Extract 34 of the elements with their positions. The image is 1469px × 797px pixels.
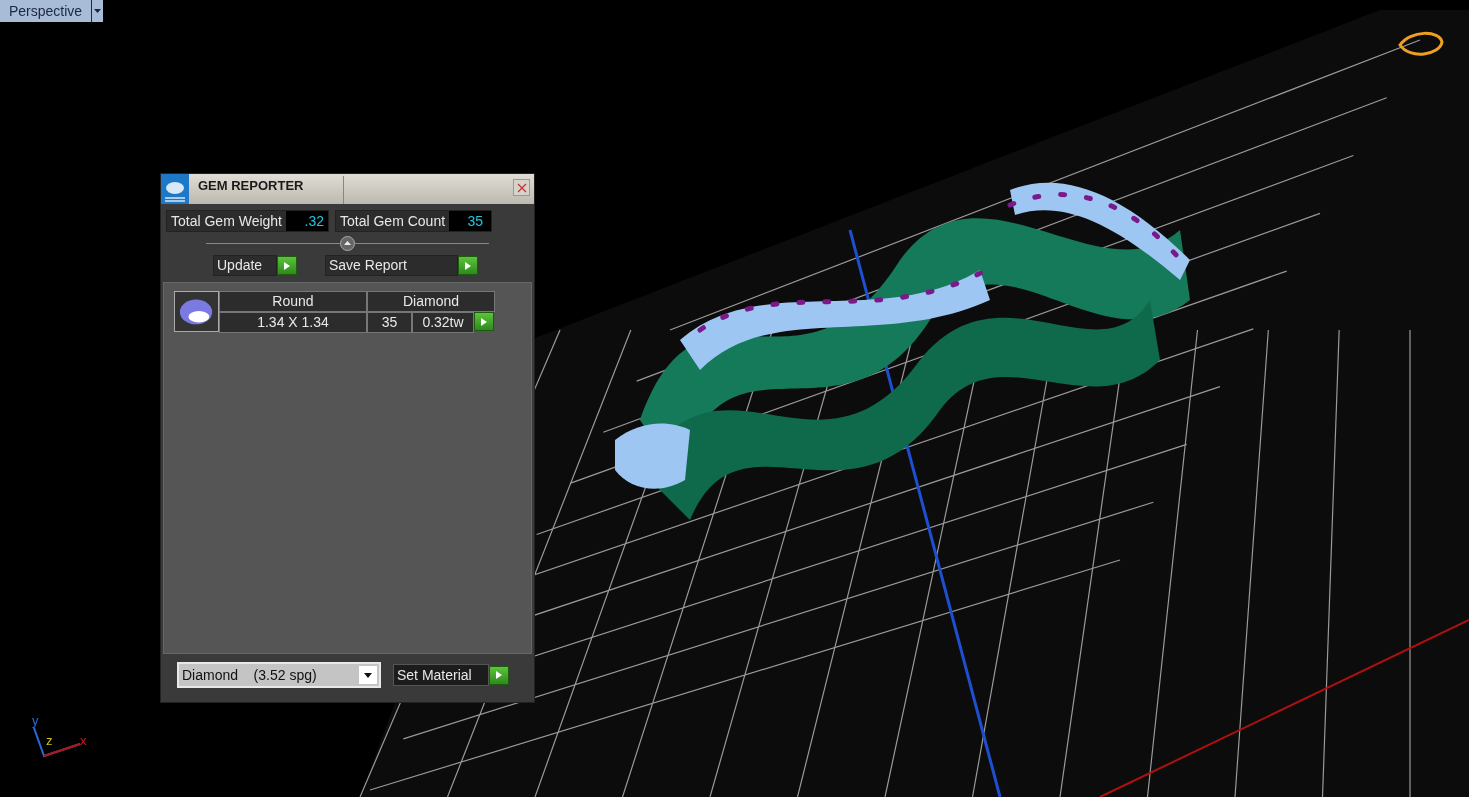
gem-count: 35 (367, 312, 412, 333)
caret-icon (364, 672, 372, 678)
gem-size: 1.34 X 1.34 (219, 312, 367, 333)
gem-material: Diamond (367, 291, 495, 312)
play-button[interactable] (489, 665, 509, 685)
field-label: Total Gem Count (336, 211, 450, 231)
set-material-button[interactable]: Set Material (393, 664, 489, 686)
material-dropdown[interactable]: Diamond (3.52 spg) (177, 662, 381, 688)
play-icon (284, 261, 290, 270)
caret-icon (94, 9, 102, 13)
play-button[interactable] (458, 256, 478, 275)
caret-up-icon (344, 241, 351, 245)
play-icon (481, 317, 487, 326)
play-button[interactable] (277, 256, 297, 275)
view-dropdown[interactable] (91, 0, 104, 22)
count-value: 35 (449, 211, 492, 231)
gem-thumbnail-icon (174, 291, 219, 332)
save-report-button[interactable]: Save Report (325, 255, 458, 276)
close-button[interactable] (513, 179, 530, 196)
close-icon (516, 182, 527, 193)
play-icon (465, 261, 471, 270)
axis-label: z (46, 734, 53, 747)
axis-label: x (80, 734, 87, 747)
weight-value: .32 (286, 211, 328, 231)
panel-title: GEM REPORTER (198, 176, 344, 204)
gem-app-icon (161, 174, 189, 204)
field-label: Total Gem Weight (167, 211, 286, 231)
update-button[interactable]: Update (213, 255, 277, 276)
gem-shape: Round (219, 291, 367, 312)
play-icon (496, 671, 502, 679)
axis-label: y (32, 714, 39, 727)
play-button[interactable] (474, 312, 494, 331)
gem-weight: 0.32tw (412, 312, 474, 333)
collapse-button[interactable] (340, 235, 355, 251)
